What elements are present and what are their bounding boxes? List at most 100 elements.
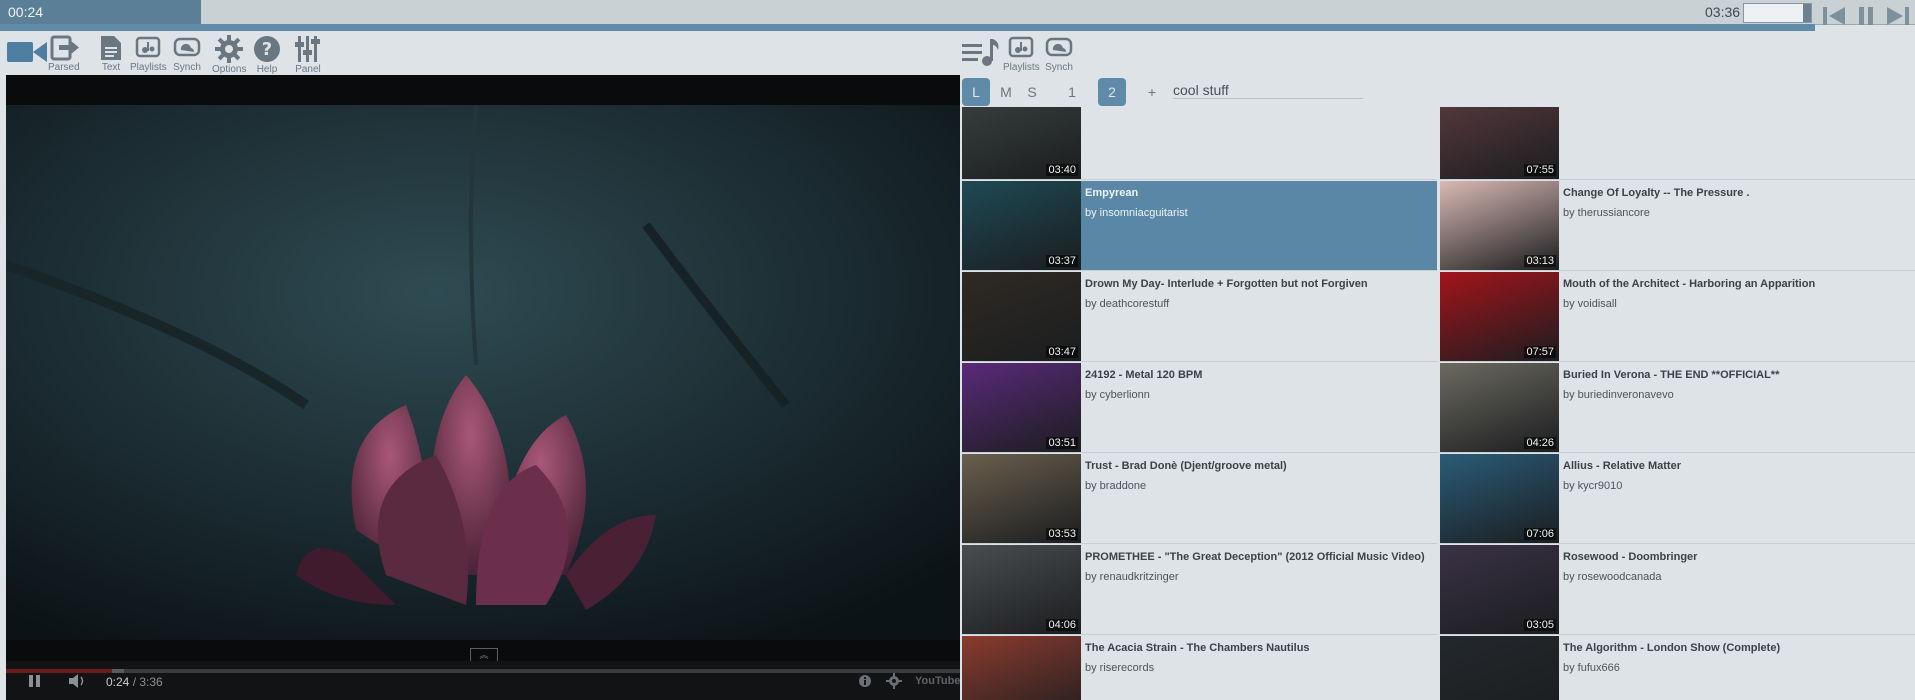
video-list-item[interactable]: 04:31 The Acacia Strain - The Chambers Na… xyxy=(962,636,1437,700)
video-list-item[interactable]: 04:06 PROMETHEE - "The Great Deception" (… xyxy=(962,545,1437,635)
synch-tool-right[interactable]: Synch xyxy=(1044,34,1074,73)
video-thumbnail[interactable]: 04:06 xyxy=(962,545,1081,634)
global-progress-bar[interactable]: 00:24 03:36 xyxy=(0,0,1915,25)
options-tool[interactable]: Options xyxy=(212,34,246,75)
tab-s[interactable]: S xyxy=(1018,78,1046,106)
youtube-logo-text: YouTube xyxy=(915,675,960,687)
tab-add[interactable]: + xyxy=(1138,78,1166,106)
video-thumbnail[interactable]: 03:53 xyxy=(962,454,1081,543)
video-frame[interactable] xyxy=(6,105,960,640)
video-duration: 03:37 xyxy=(1046,255,1078,267)
options-label: Options xyxy=(212,64,247,75)
volume-icon[interactable] xyxy=(68,673,88,692)
playlist-name[interactable]: cool stuff xyxy=(1173,82,1363,99)
video-list-item[interactable]: 07:57 Mouth of the Architect - Harboring … xyxy=(1440,272,1915,362)
video-thumbnail[interactable]: 03:51 xyxy=(962,363,1081,452)
seek-played xyxy=(6,669,112,673)
synch-tool[interactable]: Synch xyxy=(172,34,202,73)
video-thumbnail[interactable]: 03:13 xyxy=(1440,181,1559,270)
video-thumbnail[interactable]: 03:47 xyxy=(962,272,1081,361)
youtube-logo[interactable]: YouTube xyxy=(915,673,960,687)
player-time: 0:24 / 3:36 xyxy=(106,675,163,689)
video-list-item[interactable]: 07:55by 2133p xyxy=(1440,107,1915,180)
tab-1[interactable]: 1 xyxy=(1058,78,1086,106)
video-author: by therussiancore xyxy=(1563,207,1650,219)
settings-gear-icon[interactable] xyxy=(886,673,902,692)
video-seek-bar[interactable] xyxy=(6,669,960,673)
parsed-tool[interactable]: Parsed xyxy=(48,34,80,73)
video-title[interactable]: Change Of Loyalty -- The Pressure . xyxy=(1563,187,1749,199)
video-author: by buriedinveronavevo xyxy=(1563,389,1674,401)
music-list-icon[interactable] xyxy=(960,36,1004,70)
text-tool[interactable]: Text xyxy=(98,34,124,73)
video-thumbnail[interactable]: 24:38 xyxy=(1440,636,1559,700)
next-icon[interactable] xyxy=(1884,2,1912,32)
video-author: by rosewoodcanada xyxy=(1563,571,1662,583)
video-title[interactable]: Buried In Verona - THE END **OFFICIAL** xyxy=(1563,369,1779,381)
tab-m[interactable]: M xyxy=(992,78,1020,106)
video-duration: 03:51 xyxy=(1046,437,1078,449)
video-duration: 07:57 xyxy=(1524,346,1556,358)
video-title[interactable]: The Acacia Strain - The Chambers Nautilu… xyxy=(1085,642,1310,654)
playlists-label: Playlists xyxy=(130,62,167,73)
video-title[interactable]: Drown My Day- Interlude + Forgotten but … xyxy=(1085,278,1368,290)
video-thumbnail[interactable]: 03:37 xyxy=(962,181,1081,270)
video-title[interactable]: 24192 - Metal 120 BPM xyxy=(1085,369,1202,381)
info-icon[interactable] xyxy=(858,674,872,691)
video-list-item[interactable]: 24:38 The Algorithm - London Show (Comple… xyxy=(1440,636,1915,700)
video-title[interactable]: Rosewood - Doombringer xyxy=(1563,551,1697,563)
video-author: by insomniacguitarist xyxy=(1085,207,1188,219)
video-title[interactable]: Empyrean xyxy=(1085,187,1138,199)
video-list-item[interactable]: 03:40by caleytheoriave xyxy=(962,107,1437,180)
video-list-item[interactable]: 03:05 Rosewood - Doombringer by rosewoodca… xyxy=(1440,545,1915,635)
player-controls: 0:24 / 3:36 YouTube xyxy=(6,661,960,700)
video-list-item[interactable]: 03:51 24192 - Metal 120 BPM by cyberlionn xyxy=(962,363,1437,453)
video-title[interactable]: Trust - Brad Donè (Djent/groove metal) xyxy=(1085,460,1287,472)
video-thumbnail[interactable]: 03:05 xyxy=(1440,545,1559,634)
video-list-item[interactable]: 03:53 Trust - Brad Donè (Djent/groove met… xyxy=(962,454,1437,544)
video-thumbnail[interactable]: 04:26 xyxy=(1440,363,1559,452)
synch-label: Synch xyxy=(173,62,201,73)
playlists-tool-right[interactable]: Playlists xyxy=(1003,34,1040,73)
pause-icon[interactable] xyxy=(1852,2,1880,32)
video-player[interactable]: ︽ 0:24 / 3:36 YouTube xyxy=(6,75,960,700)
video-title[interactable]: Allius - Relative Matter xyxy=(1563,460,1681,472)
video-author: by braddone xyxy=(1085,480,1147,492)
video-title[interactable]: Mouth of the Architect - Harboring an Ap… xyxy=(1563,278,1815,290)
video-list-item[interactable]: 03:37 Empyrean by insomniacguitarist xyxy=(962,181,1437,271)
video-author: by riserecords xyxy=(1085,662,1155,674)
video-duration: 03:40 xyxy=(1046,164,1078,176)
total-time: 03:36 xyxy=(1705,4,1741,20)
video-author: by fufux666 xyxy=(1563,662,1620,674)
video-camera-icon[interactable] xyxy=(6,36,48,68)
text-label: Text xyxy=(101,62,121,73)
video-thumbnail[interactable]: 04:31 xyxy=(962,636,1081,700)
video-thumbnail[interactable]: 07:57 xyxy=(1440,272,1559,361)
previous-icon[interactable] xyxy=(1820,2,1848,32)
tab-2[interactable]: 2 xyxy=(1098,78,1126,106)
volume-slider[interactable] xyxy=(1743,3,1812,23)
playlists-tool[interactable]: Playlists xyxy=(130,34,167,73)
video-title[interactable]: The Algorithm - London Show (Complete) xyxy=(1563,642,1780,654)
video-list-item[interactable]: 03:47 Drown My Day- Interlude + Forgotten… xyxy=(962,272,1437,362)
video-list-item[interactable]: 07:06 Allius - Relative Matter by kycr9010 xyxy=(1440,454,1915,544)
video-list-item[interactable]: 04:26 Buried In Verona - THE END **OFFICI… xyxy=(1440,363,1915,453)
video-title[interactable]: PROMETHEE - "The Great Deception" (2012 … xyxy=(1085,551,1425,563)
video-thumbnail[interactable]: 03:40 xyxy=(962,107,1081,179)
video-thumbnail[interactable]: 07:06 xyxy=(1440,454,1559,543)
seek-buffered xyxy=(111,669,124,673)
synch-right-label: Synch xyxy=(1045,62,1073,73)
video-duration: 07:55 xyxy=(1524,164,1556,176)
video-list-item[interactable]: 03:13 Change Of Loyalty -- The Pressure .… xyxy=(1440,181,1915,271)
video-duration: 03:05 xyxy=(1524,619,1556,631)
video-duration: 03:53 xyxy=(1046,528,1078,540)
panel-tool[interactable]: Panel xyxy=(293,34,323,75)
panel-label: Panel xyxy=(295,64,321,75)
tab-l[interactable]: L xyxy=(962,78,990,106)
video-thumbnail[interactable]: 07:55 xyxy=(1440,107,1559,179)
help-tool[interactable]: ? Help xyxy=(252,34,282,75)
volume-knob[interactable] xyxy=(1803,4,1811,22)
pause-icon[interactable] xyxy=(28,674,42,691)
time-separator: / xyxy=(129,675,140,689)
video-duration: 04:26 xyxy=(1524,437,1556,449)
